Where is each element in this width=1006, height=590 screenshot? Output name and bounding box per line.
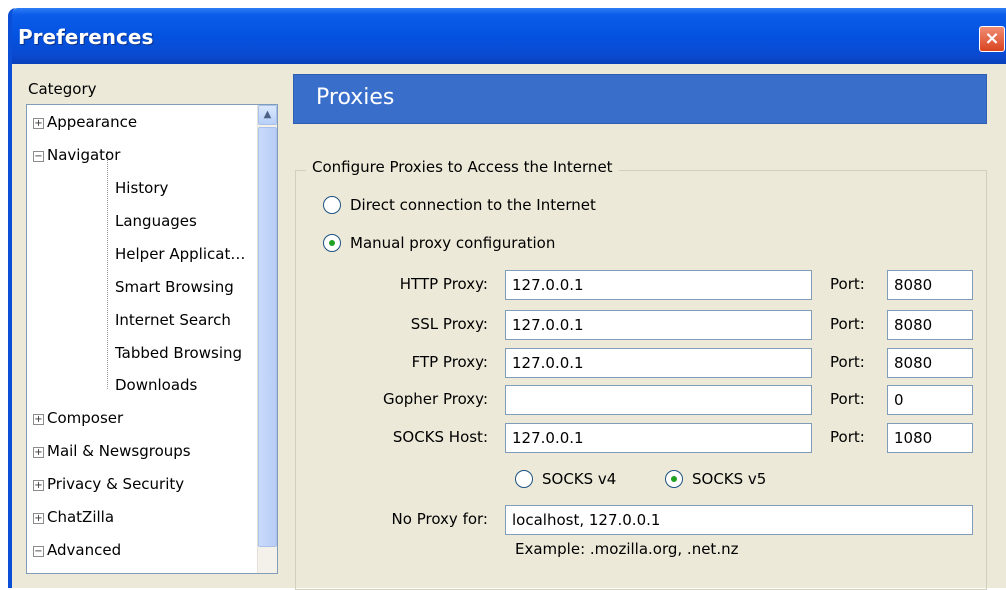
expand-icon[interactable]: + <box>33 414 44 425</box>
tree-item-navigator[interactable]: − Navigator <box>33 144 120 166</box>
scroll-thumb[interactable] <box>258 127 277 547</box>
gopher-port-label: Port: <box>830 390 865 408</box>
panel-header: Proxies <box>293 74 987 124</box>
tree-item-languages[interactable]: Languages <box>115 210 197 232</box>
tree-item-label: Internet Search <box>115 311 231 329</box>
group-title: Configure Proxies to Access the Internet <box>306 158 619 176</box>
tree-item-history[interactable]: History <box>115 177 168 199</box>
radio-icon <box>323 196 341 214</box>
category-tree: + Appearance − Navigator History Languages… <box>26 104 278 574</box>
tree-item-label: Privacy & Security <box>47 475 185 493</box>
socks-v4-label: SOCKS v4 <box>542 470 617 488</box>
no-proxy-input[interactable]: localhost, 127.0.0.1 <box>505 505 973 535</box>
ssl-port-input[interactable]: 8080 <box>887 310 973 340</box>
gopher-port-input[interactable]: 0 <box>887 385 973 415</box>
tree-item-label: Languages <box>115 212 197 230</box>
tree-item-label: ChatZilla <box>47 508 115 526</box>
collapse-icon[interactable]: − <box>33 546 44 557</box>
expand-icon[interactable]: + <box>33 513 44 524</box>
tree-item-tabbed-browsing[interactable]: Tabbed Browsing <box>115 342 242 364</box>
ssl-proxy-input[interactable]: 127.0.0.1 <box>505 310 812 340</box>
ssl-proxy-label: SSL Proxy: <box>410 315 488 333</box>
socks-v5-radio[interactable]: SOCKS v5 <box>665 470 766 488</box>
ftp-proxy-input[interactable]: 127.0.0.1 <box>505 348 812 378</box>
tree-item-label: Navigator <box>47 146 121 164</box>
radio-selected-icon <box>665 470 683 488</box>
radio-selected-icon <box>323 234 341 252</box>
tree-item-advanced[interactable]: − Advanced <box>33 539 121 561</box>
expand-icon[interactable]: + <box>33 447 44 458</box>
gopher-proxy-input[interactable] <box>505 385 812 415</box>
category-label: Category <box>28 80 97 98</box>
tree-item-privacy-security[interactable]: + Privacy & Security <box>33 473 184 495</box>
socks-host-input[interactable]: 127.0.0.1 <box>505 423 812 453</box>
ftp-port-input[interactable]: 8080 <box>887 348 973 378</box>
ftp-port-label: Port: <box>830 353 865 371</box>
expand-icon[interactable]: + <box>33 480 44 491</box>
socks-port-input[interactable]: 1080 <box>887 423 973 453</box>
tree-item-appearance[interactable]: + Appearance <box>33 111 137 133</box>
http-port-label: Port: <box>830 275 865 293</box>
tree-item-helper-applications[interactable]: Helper Applicat… <box>115 243 245 265</box>
socks-v4-radio[interactable]: SOCKS v4 <box>515 470 616 488</box>
tree-item-label: Composer <box>47 409 124 427</box>
tree-item-chatzilla[interactable]: + ChatZilla <box>33 506 114 528</box>
panel-title: Proxies <box>316 85 395 110</box>
scroll-up-button[interactable]: ▲ <box>258 105 277 125</box>
http-proxy-input[interactable]: 127.0.0.1 <box>505 270 812 300</box>
tree-connector-line <box>107 151 108 389</box>
ftp-proxy-label: FTP Proxy: <box>411 353 488 371</box>
socks-port-label: Port: <box>830 428 865 446</box>
http-proxy-label: HTTP Proxy: <box>399 275 488 293</box>
tree-item-label: History <box>115 179 169 197</box>
tree-item-label: Appearance <box>47 113 138 131</box>
ssl-port-label: Port: <box>830 315 865 333</box>
manual-proxy-radio[interactable]: Manual proxy configuration <box>323 234 555 252</box>
direct-connection-label: Direct connection to the Internet <box>350 196 596 214</box>
no-proxy-label: No Proxy for: <box>391 510 488 528</box>
tree-scrollbar[interactable]: ▲ <box>257 105 277 573</box>
tree-item-composer[interactable]: + Composer <box>33 407 123 429</box>
radio-icon <box>515 470 533 488</box>
close-icon: × <box>984 28 1000 49</box>
tree-item-label: Advanced <box>47 541 122 559</box>
window-title: Preferences <box>18 25 154 49</box>
socks-host-label: SOCKS Host: <box>392 428 488 446</box>
chevron-up-icon: ▲ <box>263 109 272 120</box>
direct-connection-radio[interactable]: Direct connection to the Internet <box>323 196 596 214</box>
no-proxy-example: Example: .mozilla.org, .net.nz <box>515 540 739 558</box>
tree-item-label: Mail & Newsgroups <box>47 442 191 460</box>
tree-item-mail-newsgroups[interactable]: + Mail & Newsgroups <box>33 440 191 462</box>
title-bar[interactable]: Preferences × <box>12 8 1006 64</box>
manual-proxy-label: Manual proxy configuration <box>350 234 556 252</box>
tree-item-label: Helper Applicat… <box>115 245 246 263</box>
tree-item-label: Smart Browsing <box>115 278 234 296</box>
tree-item-downloads[interactable]: Downloads <box>115 374 197 396</box>
collapse-icon[interactable]: − <box>33 151 44 162</box>
tree-item-label: Downloads <box>115 376 198 394</box>
expand-icon[interactable]: + <box>33 118 44 129</box>
gopher-proxy-label: Gopher Proxy: <box>382 390 488 408</box>
close-button[interactable]: × <box>979 26 1005 52</box>
socks-v5-label: SOCKS v5 <box>692 470 767 488</box>
tree-item-label: Tabbed Browsing <box>115 344 243 362</box>
http-port-input[interactable]: 8080 <box>887 270 973 300</box>
tree-item-smart-browsing[interactable]: Smart Browsing <box>115 276 234 298</box>
tree-item-internet-search[interactable]: Internet Search <box>115 309 231 331</box>
